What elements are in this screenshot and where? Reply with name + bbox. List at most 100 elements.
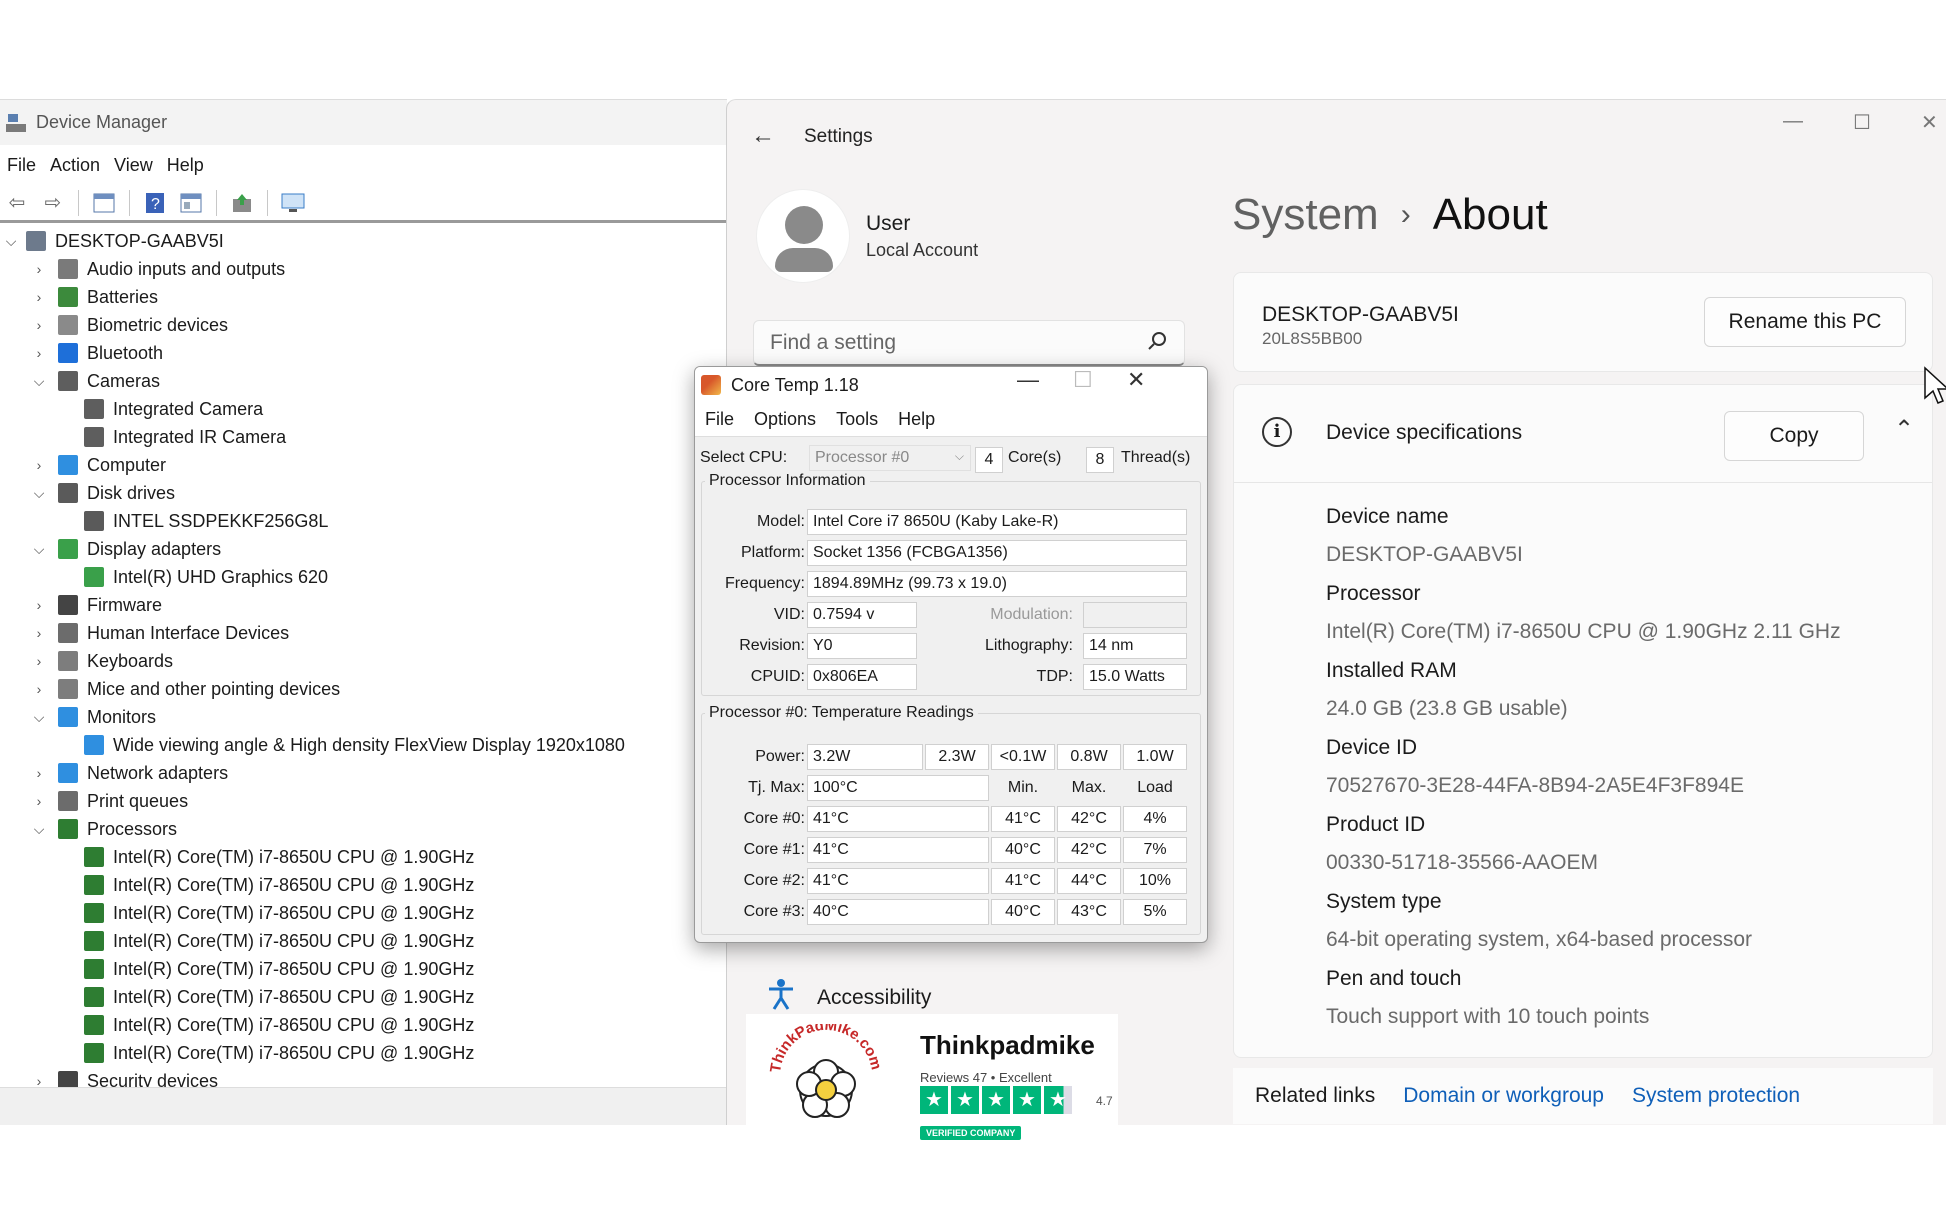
spec-value[interactable]: 64-bit operating system, x64-based proce… bbox=[1326, 928, 1752, 952]
tree-item[interactable]: ⌵ Cameras bbox=[0, 367, 727, 395]
tree-item[interactable]: › Keyboards bbox=[0, 647, 727, 675]
minimize-icon[interactable]: — bbox=[1017, 367, 1039, 393]
tree-item[interactable]: Integrated Camera bbox=[0, 395, 727, 423]
maximize-icon[interactable]: ☐ bbox=[1853, 110, 1871, 135]
menu-file[interactable]: File bbox=[695, 409, 744, 430]
nav-item-accessibility[interactable]: Accessibility bbox=[767, 978, 931, 1017]
tree-item[interactable]: Intel(R) Core(TM) i7-8650U CPU @ 1.90GHz bbox=[0, 955, 727, 983]
chevron-down-icon[interactable]: ⌵ bbox=[28, 821, 50, 838]
tree-item[interactable]: › Computer bbox=[0, 451, 727, 479]
tree-item[interactable]: ⌵ Display adapters bbox=[0, 535, 727, 563]
chevron-right-icon[interactable]: › bbox=[28, 793, 50, 809]
chevron-down-icon[interactable]: ⌵ bbox=[28, 541, 50, 558]
chevron-right-icon[interactable]: › bbox=[28, 457, 50, 473]
tree-item[interactable]: Intel(R) Core(TM) i7-8650U CPU @ 1.90GHz bbox=[0, 899, 727, 927]
tree-root[interactable]: ⌵ DESKTOP-GAABV5I bbox=[0, 227, 727, 255]
tree-item[interactable]: › Mice and other pointing devices bbox=[0, 675, 727, 703]
menu-options[interactable]: Options bbox=[744, 409, 826, 430]
tree-item[interactable]: ⌵ Disk drives bbox=[0, 479, 727, 507]
chevron-right-icon[interactable]: › bbox=[28, 289, 50, 305]
forward-arrow-icon[interactable]: ⇨ bbox=[38, 189, 68, 217]
network-icon bbox=[58, 763, 78, 783]
menu-action[interactable]: Action bbox=[43, 155, 107, 176]
tree-item[interactable]: Intel(R) Core(TM) i7-8650U CPU @ 1.90GHz bbox=[0, 1039, 727, 1067]
spec-value[interactable]: Intel(R) Core(TM) i7-8650U CPU @ 1.90GHz… bbox=[1326, 620, 1841, 644]
device-specifications-header[interactable]: i Device specifications Copy ⌃ bbox=[1234, 385, 1932, 483]
breadcrumb-parent[interactable]: System bbox=[1232, 190, 1379, 239]
chevron-right-icon[interactable]: › bbox=[28, 653, 50, 669]
tdp-label: TDP: bbox=[1036, 668, 1073, 685]
computer-icon bbox=[26, 231, 46, 251]
help-icon[interactable]: ? bbox=[140, 189, 170, 217]
chip-icon bbox=[84, 959, 104, 979]
rename-pc-button[interactable]: Rename this PC bbox=[1704, 297, 1906, 347]
menu-file[interactable]: File bbox=[0, 155, 43, 176]
menu-tools[interactable]: Tools bbox=[826, 409, 888, 430]
show-hide-console-tree-icon[interactable] bbox=[89, 189, 119, 217]
tree-item[interactable]: › Human Interface Devices bbox=[0, 619, 727, 647]
chevron-down-icon[interactable]: ⌵ bbox=[28, 709, 50, 726]
tree-item[interactable]: INTEL SSDPEKKF256G8L bbox=[0, 507, 727, 535]
properties-icon[interactable] bbox=[176, 189, 206, 217]
maximize-icon[interactable]: ☐ bbox=[1073, 367, 1093, 393]
tree-item[interactable]: › Firmware bbox=[0, 591, 727, 619]
tree-item[interactable]: Intel(R) Core(TM) i7-8650U CPU @ 1.90GHz bbox=[0, 983, 727, 1011]
chevron-right-icon[interactable]: › bbox=[28, 625, 50, 641]
tree-item[interactable]: ⌵ Monitors bbox=[0, 703, 727, 731]
tree-item[interactable]: › Network adapters bbox=[0, 759, 727, 787]
menu-help[interactable]: Help bbox=[888, 409, 945, 430]
chip-icon bbox=[84, 931, 104, 951]
chevron-right-icon[interactable]: › bbox=[28, 765, 50, 781]
link-system-protection[interactable]: System protection bbox=[1632, 1084, 1800, 1108]
chevron-right-icon[interactable]: › bbox=[28, 681, 50, 697]
back-arrow-icon[interactable]: ⇦ bbox=[2, 189, 32, 217]
close-icon[interactable]: ✕ bbox=[1127, 367, 1145, 393]
menu-help[interactable]: Help bbox=[160, 155, 211, 176]
tree-item[interactable]: Intel(R) Core(TM) i7-8650U CPU @ 1.90GHz bbox=[0, 843, 727, 871]
chevron-right-icon[interactable]: › bbox=[28, 317, 50, 333]
core-load-value: 10% bbox=[1123, 868, 1187, 894]
search-icon[interactable] bbox=[1148, 331, 1168, 357]
chevron-right-icon[interactable]: › bbox=[28, 261, 50, 277]
chevron-down-icon[interactable]: ⌵ bbox=[0, 233, 22, 250]
tree-item[interactable]: Intel(R) Core(TM) i7-8650U CPU @ 1.90GHz bbox=[0, 927, 727, 955]
tree-item[interactable]: › Print queues bbox=[0, 787, 727, 815]
spec-value[interactable]: Touch support with 10 touch points bbox=[1326, 1005, 1649, 1029]
tree-item[interactable]: › Biometric devices bbox=[0, 311, 727, 339]
tree-item[interactable]: Intel(R) Core(TM) i7-8650U CPU @ 1.90GHz bbox=[0, 1011, 727, 1039]
tree-root-label: DESKTOP-GAABV5I bbox=[55, 230, 224, 251]
spec-label: Processor bbox=[1326, 582, 1421, 605]
camera-icon bbox=[84, 427, 104, 447]
search-input[interactable]: Find a setting bbox=[753, 320, 1185, 366]
spec-value[interactable]: 70527670-3E28-44FA-8B94-2A5E4F3F894E bbox=[1326, 774, 1744, 798]
avatar[interactable] bbox=[757, 190, 849, 282]
chevron-down-icon[interactable]: ⌵ bbox=[28, 373, 50, 390]
tree-item[interactable]: › Bluetooth bbox=[0, 339, 727, 367]
toolbar-divider bbox=[216, 189, 217, 216]
tree-item[interactable]: Wide viewing angle & High density FlexVi… bbox=[0, 731, 727, 759]
tree-item[interactable]: ⌵ Processors bbox=[0, 815, 727, 843]
spec-value[interactable]: 24.0 GB (23.8 GB usable) bbox=[1326, 697, 1568, 721]
spec-value[interactable]: DESKTOP-GAABV5I bbox=[1326, 543, 1523, 567]
tree-item[interactable]: Intel(R) UHD Graphics 620 bbox=[0, 563, 727, 591]
tree-item-label: Keyboards bbox=[87, 650, 174, 671]
chevron-down-icon[interactable]: ⌵ bbox=[28, 485, 50, 502]
chevron-up-icon[interactable]: ⌃ bbox=[1894, 415, 1914, 444]
copy-button[interactable]: Copy bbox=[1724, 411, 1864, 461]
close-icon[interactable]: ✕ bbox=[1921, 110, 1938, 135]
scan-hardware-icon[interactable] bbox=[278, 189, 308, 217]
chevron-right-icon[interactable]: › bbox=[28, 345, 50, 361]
spec-value[interactable]: 00330-51718-35566-AAOEM bbox=[1326, 851, 1598, 875]
tree-item[interactable]: Intel(R) Core(TM) i7-8650U CPU @ 1.90GHz bbox=[0, 871, 727, 899]
back-arrow-icon[interactable]: ← bbox=[751, 122, 775, 150]
cpu-select-dropdown[interactable]: Processor #0 ⌵ bbox=[809, 445, 971, 471]
minimize-icon[interactable]: — bbox=[1783, 110, 1803, 133]
tree-item[interactable]: Integrated IR Camera bbox=[0, 423, 727, 451]
menu-view[interactable]: View bbox=[107, 155, 160, 176]
chevron-right-icon[interactable]: › bbox=[28, 597, 50, 613]
update-driver-icon[interactable] bbox=[227, 189, 257, 217]
link-domain-or-workgroup[interactable]: Domain or workgroup bbox=[1403, 1084, 1604, 1108]
tree-item[interactable]: › Audio inputs and outputs bbox=[0, 255, 727, 283]
tree-item[interactable]: › Batteries bbox=[0, 283, 727, 311]
spec-item: Device ID 70527670-3E28-44FA-8B94-2A5E4F3… bbox=[1326, 736, 1744, 798]
